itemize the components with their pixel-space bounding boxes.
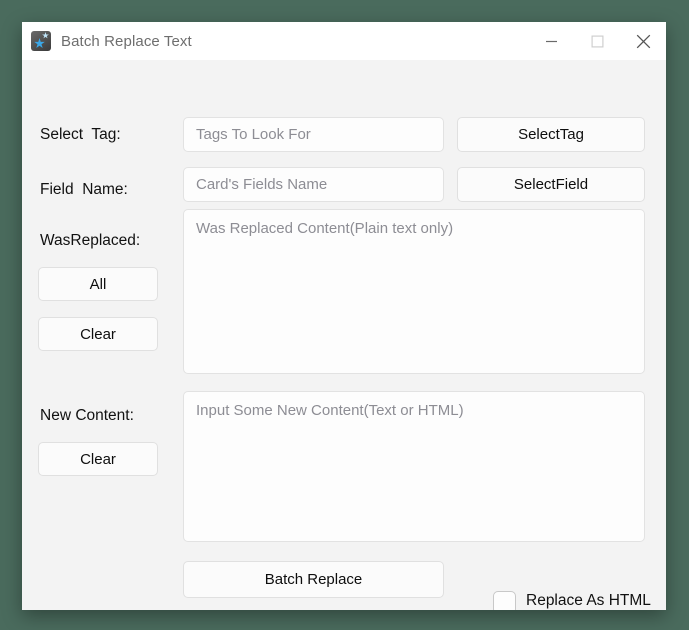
new-content-clear-button[interactable]: Clear [38, 442, 158, 476]
was-replaced-all-button[interactable]: All [38, 267, 158, 301]
replace-as-html-checkbox[interactable] [493, 591, 516, 610]
application-window: Batch Replace Text Select Tag: Tags To L… [22, 22, 666, 610]
app-icon-sparkle [42, 32, 49, 39]
field-name-input[interactable] [183, 167, 444, 202]
was-replaced-label: WasReplaced: [40, 232, 141, 249]
window-title: Batch Replace Text [61, 32, 192, 50]
was-replaced-textarea[interactable] [183, 209, 645, 374]
app-icon-star [34, 38, 45, 49]
app-icon [31, 31, 51, 51]
field-name-label: Field Name: [40, 181, 128, 198]
select-tag-label: Select Tag: [40, 126, 121, 143]
select-tag-input[interactable] [183, 117, 444, 152]
replace-as-html-label: Replace As HTML [526, 592, 651, 609]
maximize-icon [591, 35, 604, 48]
select-tag-button[interactable]: SelectTag [457, 117, 645, 152]
batch-replace-button[interactable]: Batch Replace [183, 561, 444, 598]
new-content-label: New Content: [40, 407, 134, 424]
was-replaced-clear-button[interactable]: Clear [38, 317, 158, 351]
close-icon [636, 34, 650, 48]
title-bar: Batch Replace Text [22, 22, 666, 60]
minimize-icon [545, 40, 557, 42]
new-content-textarea[interactable] [183, 391, 645, 542]
minimize-button[interactable] [528, 22, 574, 60]
select-field-button[interactable]: SelectField [457, 167, 645, 202]
close-button[interactable] [620, 22, 666, 60]
maximize-button[interactable] [574, 22, 620, 60]
window-controls [528, 22, 666, 60]
window-content: Select Tag: SelectTag Field Name: Select… [22, 60, 666, 610]
